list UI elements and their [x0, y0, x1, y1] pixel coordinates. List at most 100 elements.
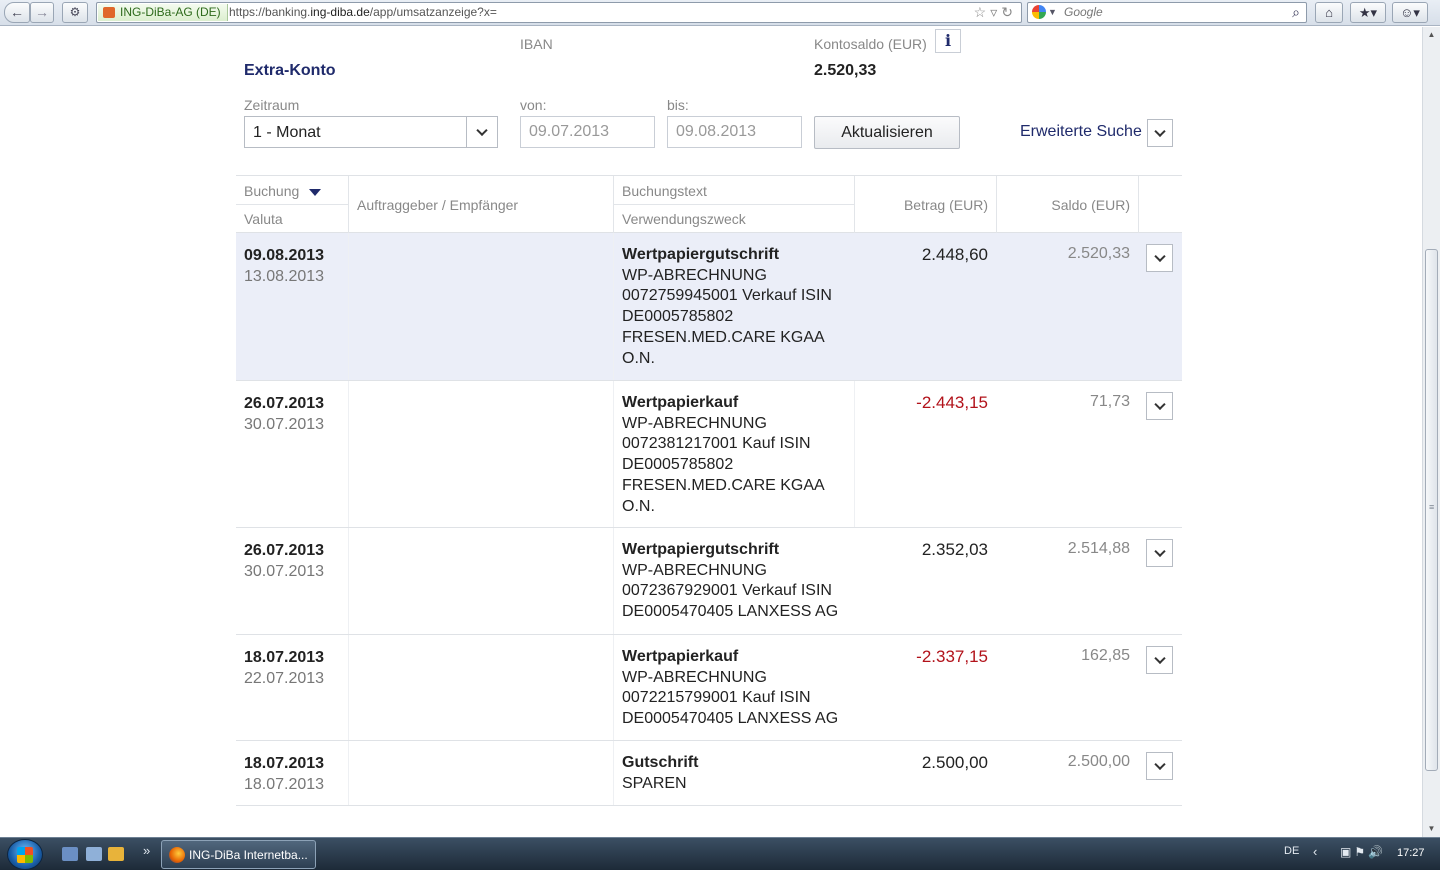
booking-text: Wertpapierkauf WP-ABRECHNUNG 00722157990…: [622, 647, 862, 730]
chevron-down-icon: [1153, 250, 1166, 263]
purpose-line: 0072759945001 Verkauf ISIN: [622, 287, 832, 305]
row-expand-button[interactable]: [1146, 646, 1173, 674]
advanced-search-toggle[interactable]: [1147, 119, 1173, 147]
purpose-header[interactable]: Verwendungszweck: [622, 211, 746, 227]
scroll-up-icon[interactable]: ▲: [1423, 27, 1440, 43]
booking-title: Wertpapierkauf: [622, 394, 739, 411]
account-name: Extra-Konto: [244, 62, 336, 79]
purpose-line: WP-ABRECHNUNG: [622, 668, 767, 686]
search-icon[interactable]: ⌕: [1292, 3, 1300, 22]
chevron-down-icon: [1153, 545, 1166, 558]
page-scrollbar[interactable]: ▲ ≡ ▼: [1422, 27, 1440, 837]
row-expand-button[interactable]: [1146, 244, 1173, 272]
browser-toolbar: ← → ⚙ ING-DiBa-AG (DE) https://banking.i…: [0, 0, 1440, 26]
amount: 2.448,60: [921, 245, 988, 264]
saldo: 71,73: [1089, 393, 1130, 410]
period-dropdown-toggle[interactable]: [466, 117, 497, 147]
table-row[interactable]: 26.07.2013 30.07.2013 Wertpapierkauf WP-…: [236, 381, 1182, 528]
taskbar-item-label: ING-DiBa Internetba...: [189, 848, 308, 862]
booking-text: Wertpapiergutschrift WP-ABRECHNUNG 00723…: [622, 540, 862, 623]
balance-label: Kontosaldo (EUR): [814, 36, 927, 52]
gear-icon: ⚙: [69, 5, 81, 19]
booking-date: 18.07.2013: [244, 649, 325, 666]
arrow-left-icon: ←: [10, 4, 24, 20]
purpose-line: O.N.: [622, 349, 655, 367]
period-select-value: 1 - Monat: [253, 124, 321, 141]
table-row[interactable]: 18.07.2013 22.07.2013 Wertpapierkauf WP-…: [236, 635, 1182, 741]
volume-icon[interactable]: 🔊: [1368, 845, 1386, 859]
sort-booking-header[interactable]: Buchung: [244, 183, 322, 199]
saldo: 2.500,00: [1067, 753, 1130, 770]
booking-date: 09.08.2013: [244, 247, 325, 264]
firefox-icon: [169, 847, 185, 863]
chevron-down-icon: [476, 124, 488, 137]
booking-date: 18.07.2013: [244, 755, 325, 772]
saldo-header[interactable]: Saldo (EUR): [1051, 197, 1130, 213]
url-prefix: https://banking.: [229, 5, 311, 19]
advanced-search-link[interactable]: Erweiterte Suche: [1020, 123, 1142, 141]
purpose-line: WP-ABRECHNUNG: [622, 561, 767, 579]
counterparty-header[interactable]: Auftraggeber / Empfänger: [357, 197, 518, 213]
network-icon[interactable]: ▣: [1340, 845, 1354, 859]
purpose-line: DE0005470405 LANXESS AG: [622, 603, 839, 621]
chevron-down-icon[interactable]: ▼: [1048, 4, 1057, 21]
site-identity-badge[interactable]: ING-DiBa-AG (DE): [98, 4, 228, 21]
row-dates: 26.07.2013 30.07.2013: [244, 540, 324, 582]
purpose-line: FRESEN.MED.CARE KGAA: [622, 328, 825, 346]
google-icon[interactable]: [1032, 5, 1046, 19]
to-date-input[interactable]: [667, 116, 802, 148]
reload-icon[interactable]: ↻: [1001, 4, 1017, 20]
tools-button[interactable]: ⚙: [62, 2, 88, 23]
clock[interactable]: 17:27: [1397, 847, 1425, 859]
table-row[interactable]: 09.08.2013 13.08.2013 Wertpapiergutschri…: [236, 233, 1182, 381]
amount: 2.500,00: [921, 753, 988, 772]
update-button[interactable]: Aktualisieren: [814, 116, 960, 149]
page-content: IBAN Kontosaldo (EUR) i Extra-Konto 2.52…: [0, 27, 1422, 837]
quick-launch-more-icon[interactable]: »: [143, 843, 150, 858]
search-bar[interactable]: ▼ Google ⌕: [1027, 2, 1307, 23]
bookmarks-button[interactable]: ★▾: [1350, 2, 1386, 23]
back-button[interactable]: ←: [4, 2, 30, 23]
bookmark-star-icon[interactable]: ☆: [974, 4, 991, 20]
booking-text: Gutschrift SPAREN: [622, 753, 852, 794]
flag-icon[interactable]: ⚑: [1354, 845, 1368, 859]
language-indicator[interactable]: DE: [1284, 845, 1299, 857]
home-button[interactable]: ⌂: [1315, 2, 1343, 23]
taskbar-item-browser[interactable]: ING-DiBa Internetba...: [161, 840, 316, 869]
show-desktop-icon[interactable]: [62, 847, 78, 861]
row-expand-button[interactable]: [1146, 752, 1173, 780]
purpose-line: O.N.: [622, 497, 655, 515]
home-icon: ⌂: [1325, 5, 1333, 20]
chevron-down-icon[interactable]: ▿: [990, 4, 1001, 20]
saldo: 162,85: [1081, 647, 1130, 664]
media-player-icon[interactable]: [108, 847, 124, 861]
tray-expand-icon[interactable]: ‹: [1313, 844, 1317, 859]
scrollbar-thumb[interactable]: ≡: [1425, 249, 1438, 771]
sort-desc-icon: [309, 188, 322, 196]
url-text[interactable]: https://banking.ing-diba.de/app/umsatzan…: [229, 4, 497, 21]
period-select[interactable]: 1 - Monat: [244, 116, 498, 148]
search-input[interactable]: Google: [1064, 4, 1103, 21]
from-date-input[interactable]: [520, 116, 655, 148]
account-balance: 2.520,33: [814, 62, 877, 79]
booking-title: Wertpapierkauf: [622, 648, 739, 665]
booking-text-header[interactable]: Buchungstext: [622, 183, 707, 199]
table-row[interactable]: 26.07.2013 30.07.2013 Wertpapiergutschri…: [236, 528, 1182, 635]
scroll-down-icon[interactable]: ▼: [1423, 821, 1440, 837]
addon-button[interactable]: ☺▾: [1392, 2, 1428, 23]
table-row[interactable]: 18.07.2013 18.07.2013 Gutschrift SPAREN …: [236, 741, 1182, 806]
info-button[interactable]: i: [935, 29, 961, 53]
windows-taskbar: » ING-DiBa Internetba... DE ‹ ▣⚑🔊 17:27: [0, 837, 1440, 870]
start-button[interactable]: [7, 839, 43, 870]
explorer-icon[interactable]: [86, 847, 102, 861]
forward-button[interactable]: →: [30, 2, 54, 23]
row-expand-button[interactable]: [1146, 392, 1173, 420]
iban-label: IBAN: [520, 36, 553, 52]
url-bar[interactable]: ING-DiBa-AG (DE) https://banking.ing-dib…: [96, 2, 1022, 23]
amount-header[interactable]: Betrag (EUR): [904, 197, 988, 213]
valuta-date: 13.08.2013: [244, 268, 325, 285]
valuta-date: 30.07.2013: [244, 563, 325, 580]
row-dates: 18.07.2013 22.07.2013: [244, 647, 324, 689]
valuta-header[interactable]: Valuta: [244, 211, 283, 227]
row-expand-button[interactable]: [1146, 539, 1173, 567]
